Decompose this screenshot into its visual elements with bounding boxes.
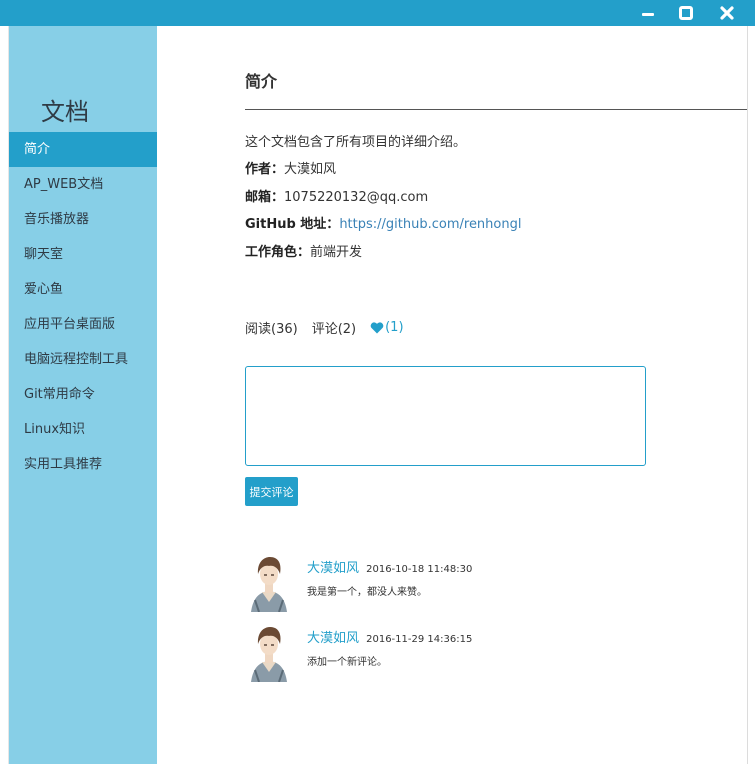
email-line: 邮箱：1075220132@qq.com	[245, 186, 428, 205]
maximize-icon	[679, 6, 693, 20]
github-line: GitHub 地址：https://github.com/renhongl	[245, 213, 521, 232]
comment-author[interactable]: 大漠如风	[307, 631, 359, 646]
role-label: 工作角色：	[245, 245, 311, 260]
comment-text: 添加一个新评论。	[307, 657, 387, 668]
read-count: 阅读(36)	[245, 322, 298, 337]
comment-item: 大漠如风 2016-11-29 14:36:15 添加一个新评论。	[245, 624, 645, 684]
article-stats: 阅读(36) 评论(2) (1)	[245, 318, 418, 337]
role-value: 前端开发	[310, 245, 363, 260]
page-title: 简介	[245, 72, 278, 91]
sidebar-item-linux[interactable]: Linux知识	[9, 412, 157, 447]
like-button[interactable]: (1)	[370, 318, 404, 337]
sidebar-title: 文档	[41, 98, 89, 126]
sidebar-item-tools[interactable]: 实用工具推荐	[9, 447, 157, 482]
email-label: 邮箱：	[245, 190, 285, 205]
main-content: 简介 这个文档包含了所有项目的详细介绍。 作者：大漠如风 邮箱：10752201…	[157, 26, 747, 764]
title-divider	[245, 109, 747, 110]
github-link[interactable]: https://github.com/renhongl	[339, 217, 521, 232]
author-line: 作者：大漠如风	[245, 158, 336, 177]
author-label: 作者：	[245, 162, 285, 177]
window-left-border	[0, 26, 9, 764]
github-label: GitHub 地址：	[245, 217, 340, 232]
close-icon	[720, 6, 734, 20]
sidebar: 文档 简介 AP_WEB文档 音乐播放器 聊天室 爱心鱼 应用平台桌面版 电脑远…	[9, 26, 157, 764]
sidebar-item-git-commands[interactable]: Git常用命令	[9, 377, 157, 412]
minimize-button[interactable]	[637, 3, 659, 23]
avatar	[251, 557, 287, 612]
comment-text: 我是第一个，都没人来赞。	[307, 587, 427, 598]
comment-author[interactable]: 大漠如风	[307, 561, 359, 576]
email-value: 1075220132@qq.com	[284, 190, 429, 205]
close-button[interactable]	[716, 3, 738, 23]
author-value: 大漠如风	[284, 162, 337, 177]
sidebar-item-music-player[interactable]: 音乐播放器	[9, 202, 157, 237]
comment-header: 大漠如风 2016-10-18 11:48:30	[307, 557, 472, 576]
like-count: (1)	[385, 320, 404, 335]
comment-time: 2016-10-18 11:48:30	[366, 564, 473, 575]
heart-icon	[370, 321, 384, 333]
sidebar-item-love-fish[interactable]: 爱心鱼	[9, 272, 157, 307]
comment-time: 2016-11-29 14:36:15	[366, 634, 473, 645]
sidebar-item-desktop-app[interactable]: 应用平台桌面版	[9, 307, 157, 342]
sidebar-item-remote-control[interactable]: 电脑远程控制工具	[9, 342, 157, 377]
role-line: 工作角色：前端开发	[245, 241, 362, 260]
window-right-border	[747, 26, 755, 764]
submit-comment-button[interactable]: 提交评论	[245, 477, 298, 506]
minimize-icon	[642, 12, 654, 16]
sidebar-item-ap-web[interactable]: AP_WEB文档	[9, 167, 157, 202]
sidebar-item-intro[interactable]: 简介	[9, 132, 157, 167]
comment-item: 大漠如风 2016-10-18 11:48:30 我是第一个，都没人来赞。	[245, 554, 645, 614]
description-text: 这个文档包含了所有项目的详细介绍。	[245, 135, 467, 150]
sidebar-item-chat-room[interactable]: 聊天室	[9, 237, 157, 272]
sidebar-nav: 简介 AP_WEB文档 音乐播放器 聊天室 爱心鱼 应用平台桌面版 电脑远程控制…	[9, 132, 157, 482]
window-titlebar	[0, 0, 755, 26]
comment-input[interactable]	[245, 366, 646, 466]
comment-count[interactable]: 评论(2)	[312, 318, 356, 337]
maximize-button[interactable]	[675, 3, 697, 23]
comment-header: 大漠如风 2016-11-29 14:36:15	[307, 627, 472, 646]
avatar	[251, 627, 287, 682]
